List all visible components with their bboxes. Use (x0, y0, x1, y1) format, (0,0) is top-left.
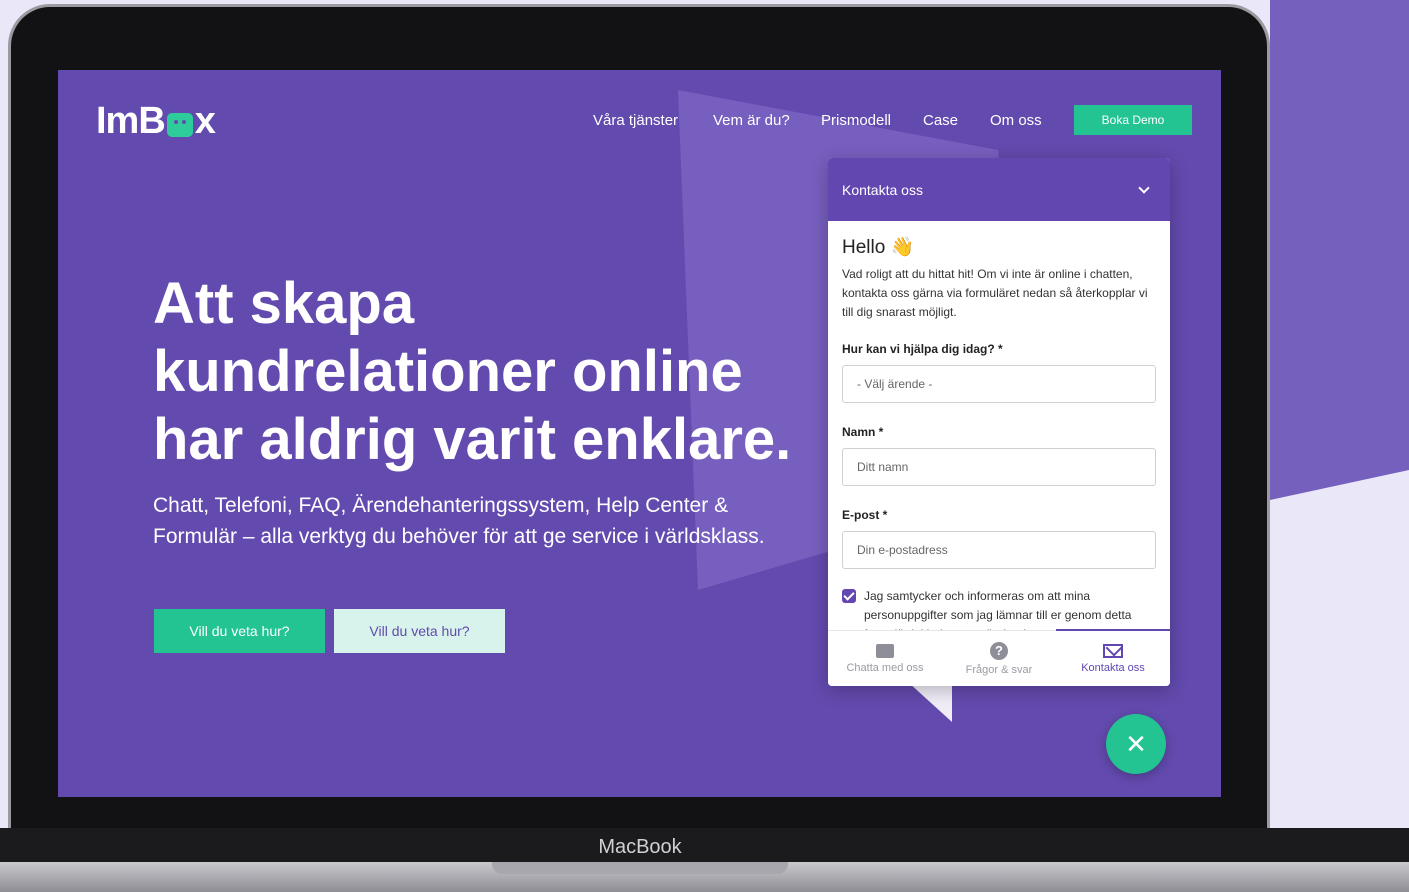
nav-item-about[interactable]: Om oss (990, 112, 1042, 129)
tab-contact-label: Kontakta oss (1081, 661, 1145, 674)
subtext-line-1: Chatt, Telefoni, FAQ, Ärendehanteringssy… (153, 494, 729, 517)
tab-chat[interactable]: Chatta med oss (828, 631, 942, 686)
widget-body: Hello 👋 Vad roligt att du hittat hit! Om… (828, 221, 1170, 631)
nav-item-services[interactable]: Våra tjänster (593, 112, 678, 129)
nav-item-case[interactable]: Case (923, 112, 958, 129)
hero-subtext: Chatt, Telefoni, FAQ, Ärendehanteringssy… (153, 490, 813, 552)
headline-line-3: har aldrig varit enklare. (153, 407, 792, 472)
tab-contact[interactable]: Kontakta oss (1056, 629, 1170, 686)
topic-label: Hur kan vi hjälpa dig idag? * (842, 342, 1003, 356)
name-input[interactable]: Ditt namn (842, 448, 1156, 486)
consent-row: Jag samtycker och informeras om att mina… (842, 587, 1156, 631)
imbox-logo[interactable]: ImB x (96, 100, 216, 143)
email-input[interactable]: Din e-postadress (842, 531, 1156, 569)
nav-item-pricing[interactable]: Prismodell (821, 112, 891, 129)
cta-primary-button[interactable]: Vill du veta hur? (154, 609, 325, 653)
laptop-notch (492, 862, 788, 874)
tab-faq[interactable]: ? Frågor & svar (942, 631, 1056, 686)
logo-text-end: x (194, 100, 216, 142)
tab-chat-label: Chatta med oss (846, 661, 924, 674)
consent-checkbox[interactable] (842, 589, 856, 603)
widget-tabs: Chatta med oss ? Frågor & svar Kontakta … (828, 629, 1170, 686)
intro-text: Vad roligt att du hittat hit! Om vi inte… (842, 267, 1148, 319)
close-icon: ✕ (1125, 728, 1147, 759)
tab-faq-label: Frågor & svar (965, 663, 1033, 676)
nav-item-who[interactable]: Vem är du? (713, 112, 790, 129)
topic-select[interactable]: - Välj ärende - (842, 365, 1156, 403)
contact-widget: Kontakta oss Hello 👋 Vad roligt att du h… (828, 158, 1170, 686)
consent-text: Jag samtycker och informeras om att mina… (864, 589, 1132, 631)
help-icon: ? (990, 641, 1008, 660)
smiley-icon (166, 112, 193, 137)
cta-secondary-button[interactable]: Vill du veta hur? (334, 609, 505, 653)
subtext-line-2: Formulär – alla verktyg du behöver för a… (153, 525, 765, 548)
chevron-down-icon[interactable] (1138, 181, 1150, 194)
headline-line-1: Att skapa (153, 271, 415, 336)
hero-headline: Att skapa kundrelationer online har aldr… (153, 270, 813, 474)
mail-icon (1103, 643, 1123, 658)
book-demo-button[interactable]: Boka Demo (1074, 105, 1192, 135)
name-label: Namn * (842, 425, 884, 439)
close-chat-button[interactable]: ✕ (1106, 714, 1166, 774)
email-label: E-post * (842, 508, 888, 522)
device-label: MacBook (598, 836, 682, 858)
chat-icon (876, 643, 894, 658)
website-screen: ImB x Våra tjänster Vem är du? Prismodel… (58, 70, 1221, 797)
headline-line-2: kundrelationer online (153, 339, 743, 404)
greeting: Hello 👋 (842, 237, 915, 258)
widget-tail (908, 682, 952, 722)
logo-text-start: ImB (96, 100, 166, 142)
widget-title: Kontakta oss (842, 181, 923, 198)
widget-header[interactable]: Kontakta oss (828, 158, 1170, 221)
